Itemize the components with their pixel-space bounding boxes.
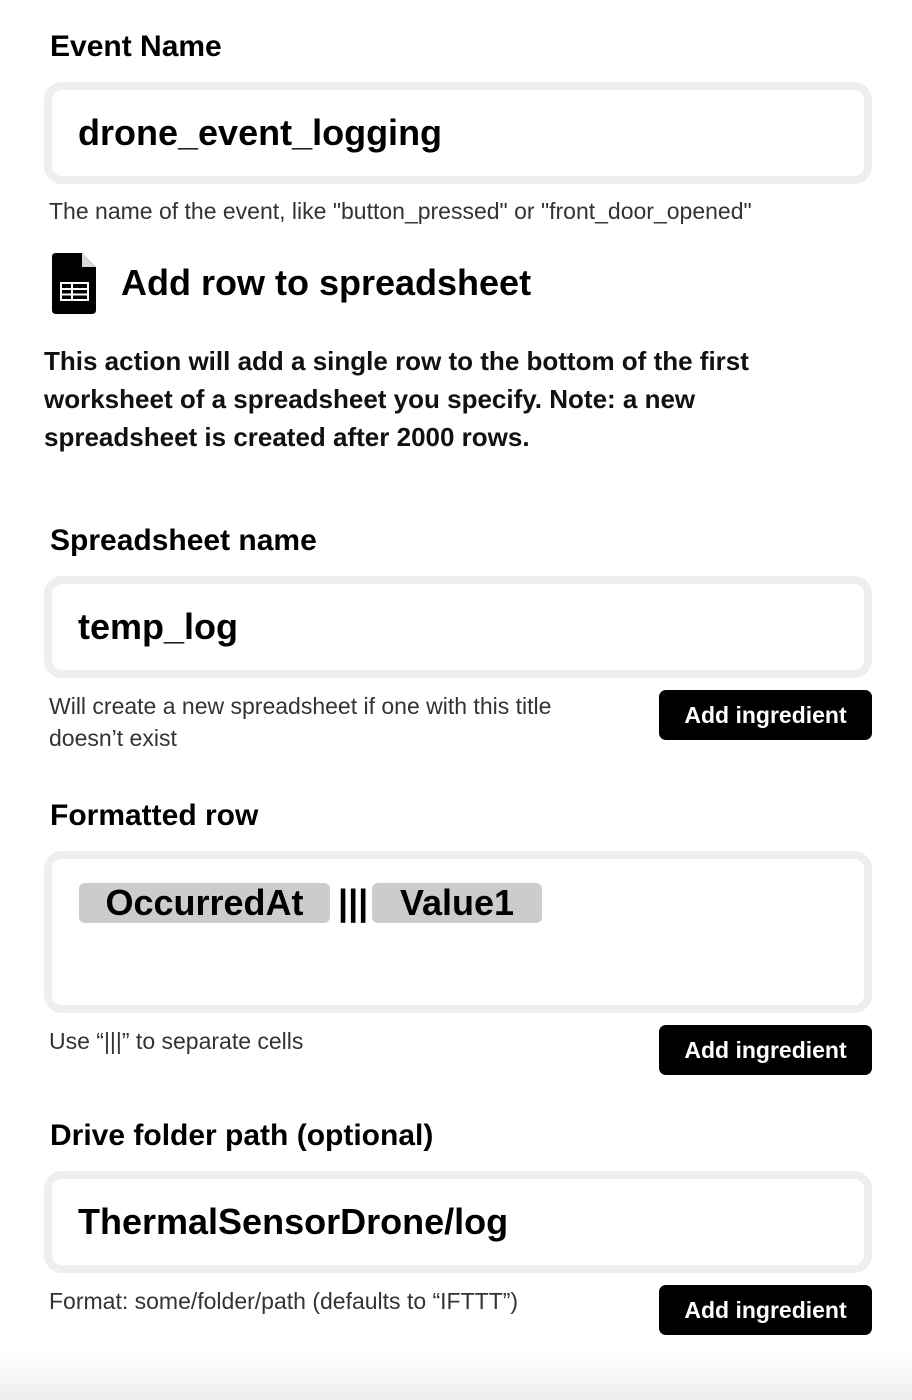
drive-folder-label: Drive folder path (optional) <box>50 1119 434 1152</box>
ingredient-pill[interactable]: Value1 <box>372 883 542 923</box>
spreadsheet-name-field[interactable]: temp_log <box>44 576 872 678</box>
action-title: Add row to spreadsheet <box>121 262 532 303</box>
spreadsheet-icon <box>52 253 96 314</box>
event-name-field[interactable]: drone_event_logging <box>44 82 872 184</box>
drive-folder-helper: Format: some/folder/path (defaults to “I… <box>49 1288 519 1314</box>
event-name-label: Event Name <box>50 30 222 63</box>
formatted-row-helper: Use “|||” to separate cells <box>49 1028 304 1054</box>
spreadsheet-name-value: temp_log <box>78 606 239 647</box>
add-ingredient-button[interactable]: Add ingredient <box>659 690 872 740</box>
add-ingredient-button[interactable]: Add ingredient <box>659 1025 872 1075</box>
event-name-value: drone_event_logging <box>78 112 443 153</box>
drive-folder-field[interactable]: ThermalSensorDrone/log <box>44 1171 872 1273</box>
bottom-fade <box>0 1352 912 1400</box>
spreadsheet-name-helper: Will create a new spreadsheet if one wit… <box>49 693 552 751</box>
action-description: This action will add a single row to the… <box>44 346 749 452</box>
ingredient-pill[interactable]: OccurredAt <box>79 883 330 923</box>
formatted-row-label: Formatted row <box>50 799 259 832</box>
spreadsheet-name-label: Spreadsheet name <box>50 524 317 557</box>
drive-folder-value: ThermalSensorDrone/log <box>78 1201 509 1242</box>
cell-separator: ||| <box>338 882 369 923</box>
add-ingredient-button[interactable]: Add ingredient <box>659 1285 872 1335</box>
event-name-helper: The name of the event, like "button_pres… <box>49 198 752 224</box>
formatted-row-field[interactable]: OccurredAt ||| Value1 <box>44 851 872 1013</box>
